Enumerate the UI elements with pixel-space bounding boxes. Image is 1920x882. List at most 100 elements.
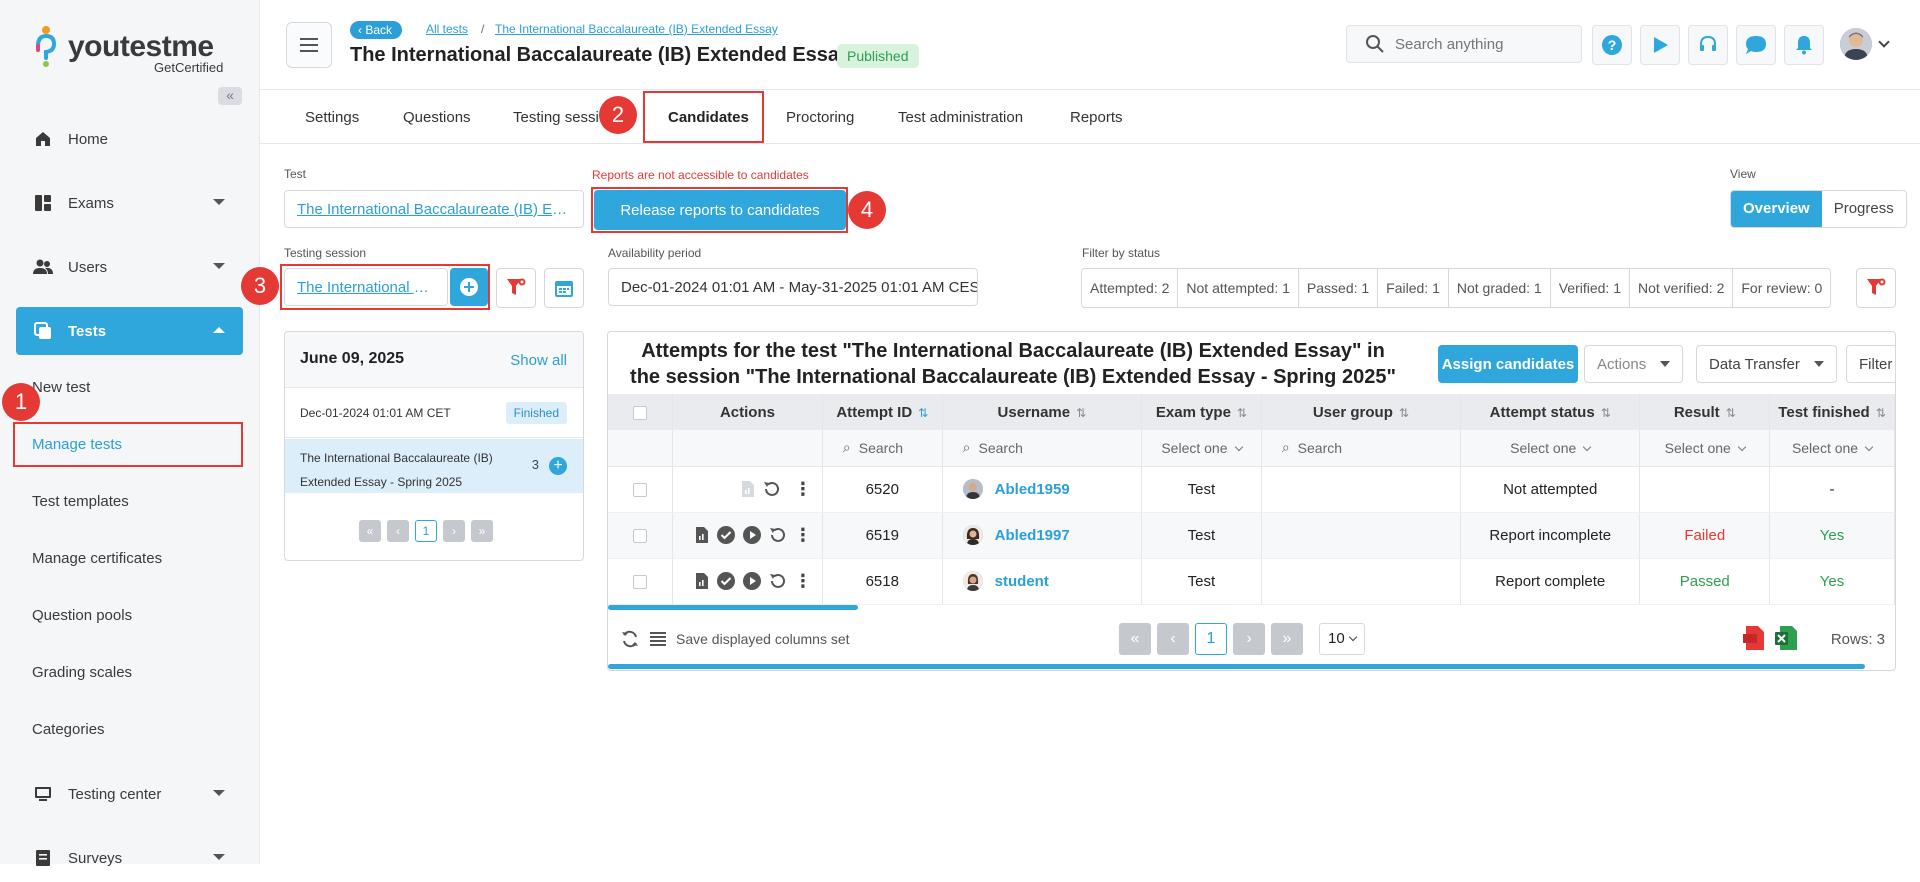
column-header-exam-type[interactable]: Exam type ⇅ (1141, 394, 1262, 430)
filter-failed[interactable]: Failed: 1 (1378, 269, 1449, 307)
back-button[interactable]: ‹ Back (350, 21, 403, 39)
actions-dropdown[interactable]: Actions (1584, 345, 1684, 383)
add-candidate-icon[interactable]: + (549, 457, 567, 475)
sort-icon[interactable]: ⇅ (1876, 406, 1886, 420)
page-number[interactable]: 1 (1195, 623, 1227, 655)
check-circle-icon[interactable] (716, 525, 736, 545)
status-filter-reset-button[interactable] (1856, 268, 1896, 308)
test-finished-filter[interactable]: Select one (1769, 430, 1895, 467)
row-checkbox[interactable] (633, 482, 648, 497)
sort-icon[interactable]: ⇅ (1726, 406, 1736, 420)
result-filter[interactable]: Select one (1639, 430, 1771, 467)
sort-icon[interactable]: ⇅ (1601, 406, 1611, 420)
username-filter[interactable]: ⌕ Search (942, 430, 1143, 467)
page-number[interactable]: 1 (415, 520, 437, 542)
filter-not-graded[interactable]: Not graded: 1 (1449, 269, 1551, 307)
report-icon[interactable] (694, 572, 710, 590)
filter-passed[interactable]: Passed: 1 (1299, 269, 1379, 307)
row-checkbox[interactable] (633, 528, 648, 543)
attempt-id-filter[interactable]: ⌕ Search (822, 430, 943, 467)
column-header-attempt-status[interactable]: Attempt status ⇅ (1460, 394, 1641, 430)
filter-verified[interactable]: Verified: 1 (1551, 269, 1630, 307)
more-options-icon[interactable]: ⋮ (794, 525, 812, 546)
sidebar-item-exams[interactable]: Exams (16, 179, 243, 227)
table-row[interactable]: ⋮ 6518 student Test Report complete Pass… (608, 558, 1895, 605)
tab-reports[interactable]: Reports (1070, 91, 1123, 145)
play-circle-icon[interactable] (742, 525, 762, 545)
sidebar-item-surveys[interactable]: Surveys (16, 834, 243, 882)
session-list-item-selected[interactable]: The International Baccalaureate (IB) Ext… (285, 439, 583, 493)
sidebar-sub-question-pools[interactable]: Question pools (32, 607, 132, 624)
tab-questions[interactable]: Questions (403, 91, 471, 145)
sort-asc-icon[interactable]: ⇅ (918, 406, 928, 420)
filter-not-attempted[interactable]: Not attempted: 1 (1178, 269, 1299, 307)
test-link[interactable]: The International Baccalaureate (IB) Ext… (297, 201, 571, 218)
prev-page-button[interactable]: ‹ (1157, 623, 1189, 655)
column-header-result[interactable]: Result ⇅ (1639, 394, 1771, 430)
filter-button[interactable]: Filter (1846, 345, 1895, 383)
global-search[interactable] (1346, 25, 1582, 63)
data-transfer-dropdown[interactable]: Data Transfer (1696, 345, 1837, 383)
test-field[interactable]: The International Baccalaureate (IB) Ext… (284, 190, 584, 228)
pdf-export-icon[interactable] (1742, 625, 1766, 651)
view-overview-button[interactable]: Overview (1731, 191, 1822, 227)
support-button[interactable] (1688, 25, 1728, 65)
sort-icon[interactable]: ⇅ (1399, 406, 1409, 420)
sidebar-sub-new-test[interactable]: New test (32, 379, 90, 396)
sidebar-item-users[interactable]: Users (16, 243, 243, 291)
collapse-sidebar-button[interactable]: « (218, 87, 242, 105)
exam-type-filter[interactable]: Select one (1141, 430, 1262, 467)
tab-test-administration[interactable]: Test administration (898, 91, 1023, 145)
more-options-icon[interactable]: ⋮ (794, 479, 812, 500)
filter-attempted[interactable]: Attempted: 2 (1082, 269, 1179, 307)
column-header-username[interactable]: Username ⇅ (942, 394, 1143, 430)
first-page-button[interactable]: « (359, 520, 381, 542)
column-header-attempt-id[interactable]: Attempt ID ⇅ (822, 394, 943, 430)
sidebar-sub-categories[interactable]: Categories (32, 721, 105, 738)
check-circle-icon[interactable] (716, 571, 736, 591)
start-test-button[interactable] (1640, 25, 1680, 65)
menu-toggle-button[interactable] (286, 22, 332, 68)
rows-per-page-select[interactable]: 10 (1319, 623, 1365, 655)
chevron-down-icon[interactable] (1878, 36, 1890, 48)
first-page-button[interactable]: « (1119, 623, 1151, 655)
table-row[interactable]: ⋮ 6519 Abled1997 Test Report incomplete … (608, 512, 1895, 559)
save-columns-button[interactable]: Save displayed columns set (676, 631, 850, 647)
breadcrumb-all-tests[interactable]: All tests (426, 22, 468, 36)
breadcrumb-current-test[interactable]: The International Baccalaureate (IB) Ext… (495, 22, 778, 36)
show-all-link[interactable]: Show all (510, 352, 567, 369)
help-button[interactable]: ? (1592, 25, 1632, 65)
avatar[interactable] (1840, 28, 1872, 60)
reset-icon[interactable] (768, 571, 788, 591)
sidebar-item-tests[interactable]: Tests (16, 307, 243, 355)
notifications-button[interactable] (1784, 25, 1824, 65)
reset-icon[interactable] (768, 525, 788, 545)
sidebar-sub-test-templates[interactable]: Test templates (32, 493, 129, 510)
refresh-icon[interactable] (620, 629, 640, 649)
next-page-button[interactable]: › (443, 520, 465, 542)
calendar-button[interactable] (544, 268, 584, 308)
table-row[interactable]: ⋮ 6520 Abled1959 Test Not attempted - (608, 466, 1895, 513)
filter-reset-button[interactable] (496, 268, 536, 308)
sidebar-item-testing-center[interactable]: Testing center (16, 770, 243, 818)
report-icon[interactable] (740, 480, 756, 498)
excel-export-icon[interactable] (1774, 625, 1798, 651)
tab-proctoring[interactable]: Proctoring (786, 91, 854, 145)
columns-list-icon[interactable] (650, 631, 666, 647)
report-icon[interactable] (694, 526, 710, 544)
horizontal-scrollbar[interactable] (608, 605, 858, 610)
sort-icon[interactable]: ⇅ (1076, 406, 1086, 420)
logo[interactable]: youtestme GetCertified (34, 22, 234, 75)
sidebar-sub-manage-certificates[interactable]: Manage certificates (32, 550, 162, 567)
attempt-status-filter[interactable]: Select one (1460, 430, 1641, 467)
assign-candidates-button[interactable]: Assign candidates (1438, 345, 1578, 383)
chat-button[interactable] (1736, 25, 1776, 65)
row-checkbox[interactable] (633, 574, 648, 589)
column-header-test-finished[interactable]: Test finished ⇅ (1769, 394, 1895, 430)
more-options-icon[interactable]: ⋮ (794, 571, 812, 592)
bottom-scrollbar[interactable] (608, 664, 1865, 669)
last-page-button[interactable]: » (471, 520, 493, 542)
sort-icon[interactable]: ⇅ (1237, 406, 1247, 420)
last-page-button[interactable]: » (1271, 623, 1303, 655)
prev-page-button[interactable]: ‹ (387, 520, 409, 542)
